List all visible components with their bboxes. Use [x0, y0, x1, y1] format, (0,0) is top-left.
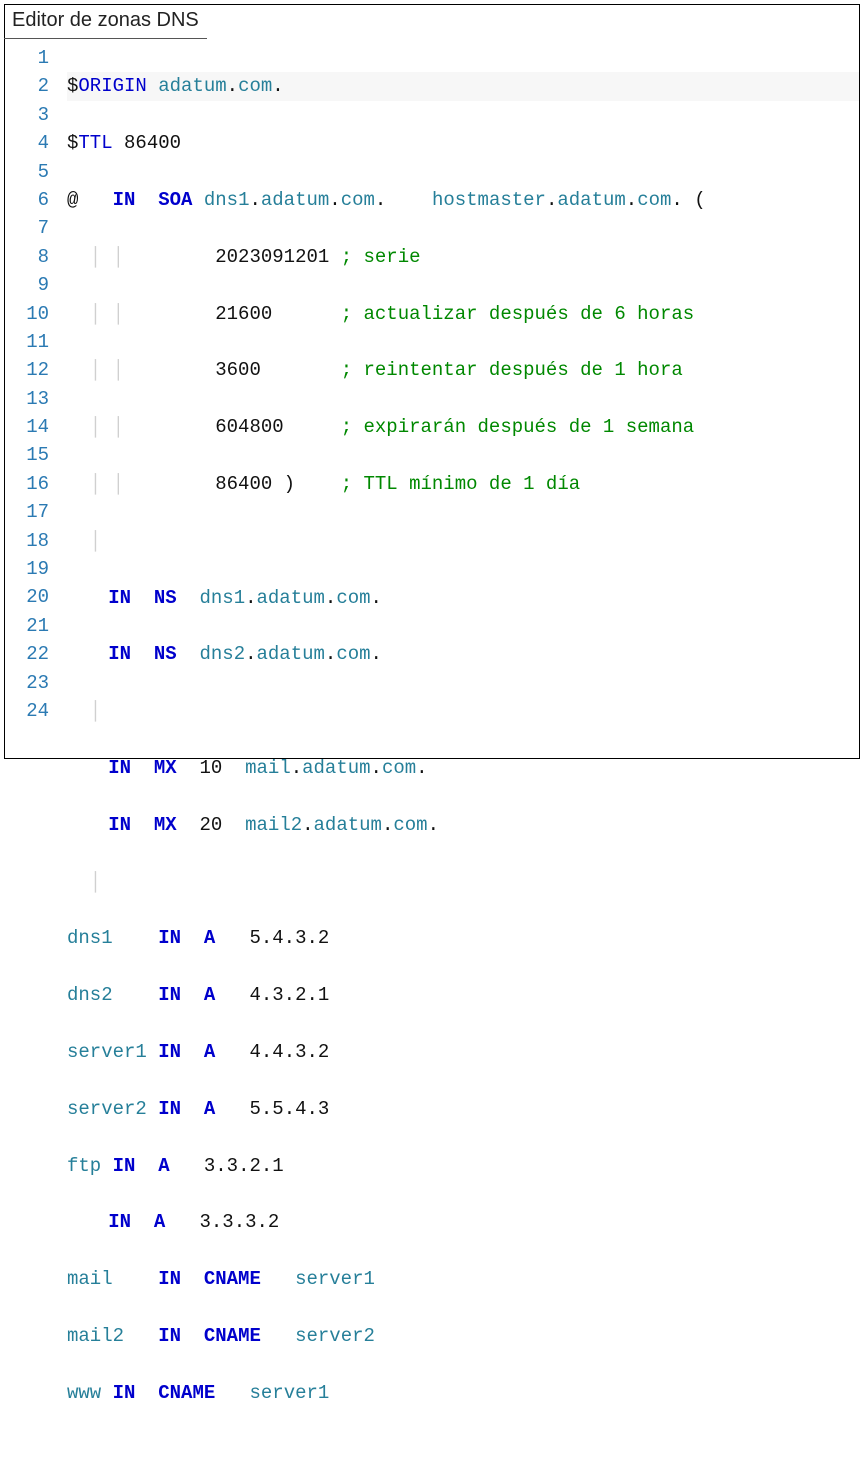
line-number: 8: [15, 243, 49, 271]
code-line[interactable]: │ │ 604800 ; expirarán después de 1 sema…: [67, 413, 859, 441]
code-line[interactable]: IN NS dns2.adatum.com.: [67, 640, 859, 668]
line-number: 7: [15, 214, 49, 242]
code-line[interactable]: @ IN SOA dns1.adatum.com. hostmaster.ada…: [67, 186, 859, 214]
line-number: 17: [15, 498, 49, 526]
line-number: 12: [15, 356, 49, 384]
code-area[interactable]: $ORIGIN adatum.com. $TTL 86400 @ IN SOA …: [67, 44, 859, 1464]
code-line[interactable]: IN MX 10 mail.adatum.com.: [67, 754, 859, 782]
line-number: 9: [15, 271, 49, 299]
line-number: 5: [15, 158, 49, 186]
line-number: 22: [15, 640, 49, 668]
line-number: 19: [15, 555, 49, 583]
line-number: 1: [15, 44, 49, 72]
line-number: 3: [15, 101, 49, 129]
line-number: 2: [15, 72, 49, 100]
line-number: 21: [15, 612, 49, 640]
code-line[interactable]: server2 IN A 5.5.4.3: [67, 1095, 859, 1123]
line-number: 24: [15, 697, 49, 725]
window-title: Editor de zonas DNS: [4, 5, 207, 39]
code-line[interactable]: IN A 3.3.3.2: [67, 1208, 859, 1236]
line-number: 23: [15, 669, 49, 697]
line-number: 10: [15, 300, 49, 328]
line-number-gutter: 123456789101112131415161718192021222324: [5, 44, 67, 1464]
code-line[interactable]: │: [67, 697, 859, 725]
line-number: 20: [15, 583, 49, 611]
line-number: 16: [15, 470, 49, 498]
code-line[interactable]: │ │ 2023091201 ; serie: [67, 243, 859, 271]
line-number: 14: [15, 413, 49, 441]
line-number: 11: [15, 328, 49, 356]
code-line[interactable]: dns1 IN A 5.4.3.2: [67, 924, 859, 952]
code-line[interactable]: ftp IN A 3.3.2.1: [67, 1152, 859, 1180]
code-line[interactable]: IN NS dns1.adatum.com.: [67, 584, 859, 612]
code-line[interactable]: │ │ 3600 ; reintentar después de 1 hora: [67, 356, 859, 384]
line-number: 18: [15, 527, 49, 555]
line-number: 6: [15, 186, 49, 214]
line-number: 4: [15, 129, 49, 157]
code-line[interactable]: server1 IN A 4.4.3.2: [67, 1038, 859, 1066]
code-line[interactable]: │: [67, 868, 859, 896]
line-number: 15: [15, 441, 49, 469]
editor-window: Editor de zonas DNS 12345678910111213141…: [4, 4, 860, 759]
code-line[interactable]: www IN CNAME server1: [67, 1379, 859, 1407]
code-line[interactable]: $TTL 86400: [67, 129, 859, 157]
code-line[interactable]: mail IN CNAME server1: [67, 1265, 859, 1293]
code-line[interactable]: $ORIGIN adatum.com.: [67, 72, 859, 100]
code-line[interactable]: mail2 IN CNAME server2: [67, 1322, 859, 1350]
code-line[interactable]: │: [67, 527, 859, 555]
code-line[interactable]: │ │ 86400 ) ; TTL mínimo de 1 día: [67, 470, 859, 498]
line-number: 13: [15, 385, 49, 413]
code-line[interactable]: │ │ 21600 ; actualizar después de 6 hora…: [67, 300, 859, 328]
code-line[interactable]: dns2 IN A 4.3.2.1: [67, 981, 859, 1009]
code-editor[interactable]: 123456789101112131415161718192021222324 …: [5, 40, 859, 1464]
code-line[interactable]: IN MX 20 mail2.adatum.com.: [67, 811, 859, 839]
